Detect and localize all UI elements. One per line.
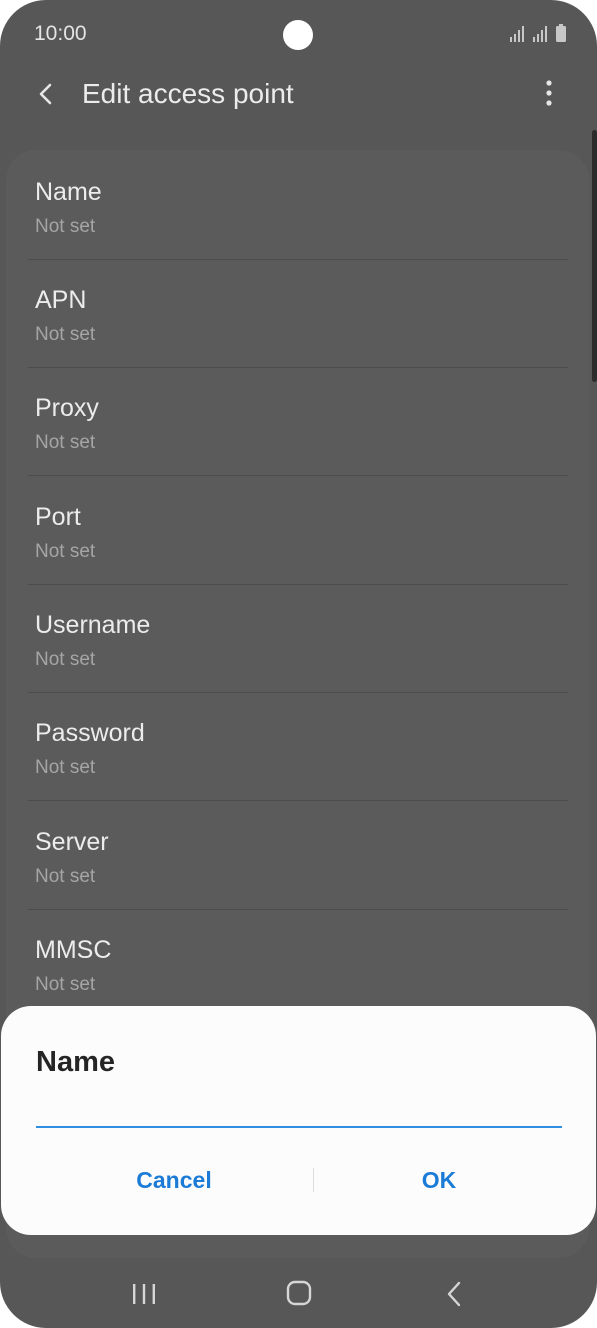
back-nav-button[interactable] xyxy=(434,1276,474,1312)
divider xyxy=(28,475,568,476)
ok-button[interactable]: OK xyxy=(315,1156,563,1204)
setting-item-server[interactable]: Server Not set xyxy=(28,802,568,910)
setting-item-username[interactable]: Username Not set xyxy=(28,585,568,693)
home-icon xyxy=(286,1280,312,1306)
setting-label: Server xyxy=(35,828,109,856)
setting-value: Not set xyxy=(35,324,96,345)
more-options-button[interactable] xyxy=(537,78,561,108)
home-button[interactable] xyxy=(279,1276,319,1312)
setting-label: APN xyxy=(35,286,87,314)
setting-value: Not set xyxy=(35,974,96,995)
recents-icon xyxy=(133,1284,155,1304)
setting-value: Not set xyxy=(35,757,96,778)
setting-value: Not set xyxy=(35,541,96,562)
app-bar: Edit access point xyxy=(0,70,597,130)
status-bar: 10:00 xyxy=(0,0,597,70)
signal-icon xyxy=(533,26,547,42)
phone-screen: 10:00 Edit access point Name Not set APN… xyxy=(0,0,597,1328)
setting-value: Not set xyxy=(35,216,96,237)
status-icons xyxy=(509,24,567,42)
divider xyxy=(28,800,568,801)
back-icon xyxy=(447,1281,461,1307)
setting-item-apn[interactable]: APN Not set xyxy=(28,260,568,368)
setting-item-port[interactable]: Port Not set xyxy=(28,477,568,585)
more-vertical-icon xyxy=(546,80,552,106)
recents-button[interactable] xyxy=(124,1276,164,1312)
setting-label: Proxy xyxy=(35,394,99,422)
setting-value: Not set xyxy=(35,432,96,453)
setting-label: Username xyxy=(35,611,151,639)
name-input[interactable] xyxy=(36,1092,562,1128)
back-button[interactable] xyxy=(28,76,64,112)
navigation-bar xyxy=(0,1262,597,1328)
button-separator xyxy=(313,1168,314,1192)
setting-value: Not set xyxy=(35,866,96,887)
front-camera xyxy=(283,20,313,50)
page-title: Edit access point xyxy=(82,78,294,109)
name-dialog: Name Cancel OK xyxy=(1,1006,596,1235)
dialog-title: Name xyxy=(36,1046,115,1078)
setting-item-proxy[interactable]: Proxy Not set xyxy=(28,368,568,476)
scroll-indicator[interactable] xyxy=(592,130,597,382)
setting-label: Name xyxy=(35,178,102,206)
signal-icon xyxy=(510,26,524,42)
setting-item-mmsc[interactable]: MMSC Not set xyxy=(28,910,568,1018)
setting-item-name[interactable]: Name Not set xyxy=(28,152,568,260)
setting-label: Port xyxy=(35,503,81,531)
battery-icon xyxy=(556,24,566,42)
status-time: 10:00 xyxy=(34,22,87,45)
cancel-button[interactable]: Cancel xyxy=(35,1156,313,1204)
setting-value: Not set xyxy=(35,649,96,670)
setting-label: Password xyxy=(35,719,145,747)
setting-item-password[interactable]: Password Not set xyxy=(28,693,568,801)
chevron-left-icon xyxy=(39,83,52,105)
setting-label: MMSC xyxy=(35,936,112,964)
